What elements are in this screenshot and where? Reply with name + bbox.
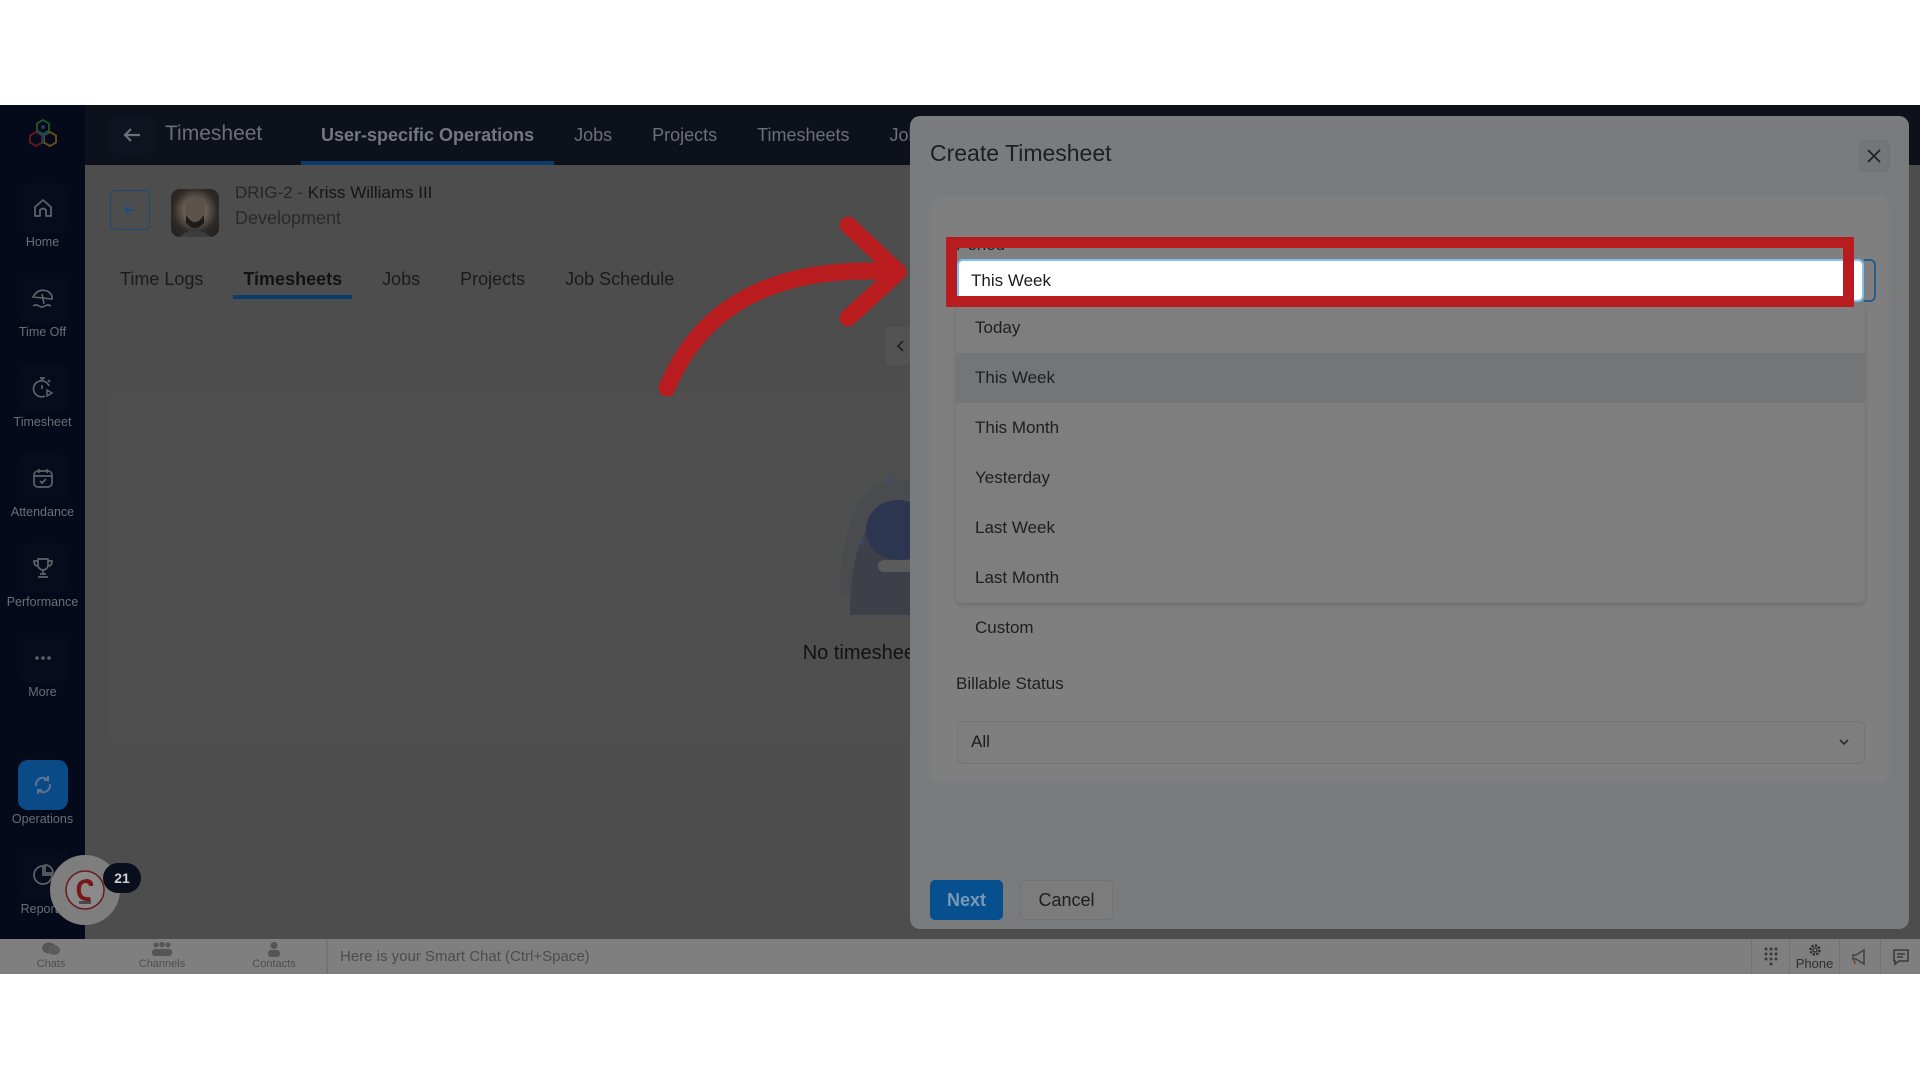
announcements-button[interactable] <box>1839 939 1880 974</box>
arrow-left-icon <box>123 128 140 142</box>
subtab-job-schedule[interactable]: Job Schedule <box>555 253 684 305</box>
chevron-down-icon <box>1839 739 1849 746</box>
chat-bubbles-icon <box>6 941 96 958</box>
tab-projects[interactable]: Projects <box>632 105 737 165</box>
employee-name: Kriss Williams III <box>307 183 433 202</box>
app-window: Home Time Off Timesheet Attendance Perfo… <box>0 105 1920 974</box>
smart-chat-input[interactable]: Here is your Smart Chat (Ctrl+Space) <box>326 939 1746 974</box>
chevron-down-icon <box>1843 277 1853 284</box>
trophy-icon <box>17 543 68 593</box>
rail-label: Home <box>25 235 60 249</box>
period-option-this-month[interactable]: This Month <box>956 403 1865 453</box>
period-select-value: This Week <box>971 271 1051 290</box>
close-button[interactable] <box>1858 140 1890 172</box>
phone-label: Phone <box>1795 956 1834 971</box>
left-nav-rail: Home Time Off Timesheet Attendance Perfo… <box>0 105 85 939</box>
rail-label: More <box>28 685 57 699</box>
group-icon <box>117 941 207 958</box>
back-button[interactable] <box>111 115 153 155</box>
bottom-label: Channels <box>138 958 186 970</box>
rail-label: Attendance <box>10 505 75 519</box>
billable-status-select[interactable]: All <box>957 721 1865 764</box>
rail-item-performance[interactable]: Performance <box>0 543 85 623</box>
module-title: Timesheet <box>165 122 263 145</box>
calendar-check-icon <box>17 453 68 503</box>
period-select[interactable]: This Week <box>957 259 1864 302</box>
cancel-button[interactable]: Cancel <box>1020 880 1113 920</box>
employee-back-button[interactable] <box>110 190 150 230</box>
home-icon <box>17 183 68 233</box>
tab-timesheets[interactable]: Timesheets <box>737 105 869 165</box>
bottom-channels[interactable]: Channels <box>117 941 207 970</box>
dialpad-button[interactable] <box>1751 939 1789 974</box>
messages-button[interactable] <box>1880 939 1920 974</box>
employee-id-name: DRIG-2 - Kriss Williams III <box>235 183 432 203</box>
phone-settings-button[interactable]: Phone <box>1789 939 1839 974</box>
rail-label: Operations <box>11 812 74 826</box>
period-dropdown-menu: Today This Week This Month Yesterday Las… <box>956 303 1865 637</box>
dialpad-icon <box>1764 947 1777 965</box>
next-button[interactable]: Next <box>930 880 1003 920</box>
bottom-bar: Chats Channels Contacts Here is your Sma… <box>0 939 1920 974</box>
period-option-custom[interactable]: Custom <box>956 603 1865 653</box>
employee-department: Development <box>235 208 342 228</box>
rail-item-operations[interactable]: Operations <box>0 760 85 840</box>
person-icon <box>229 941 319 958</box>
notification-count-badge[interactable]: 21 <box>103 863 141 893</box>
bottom-contacts[interactable]: Contacts <box>229 941 319 970</box>
period-option-today[interactable]: Today <box>956 303 1865 353</box>
period-option-last-week[interactable]: Last Week <box>956 503 1865 553</box>
megaphone-icon <box>1852 948 1865 965</box>
rail-label: Timesheet <box>13 415 72 429</box>
subtab-timesheets[interactable]: Timesheets <box>233 253 352 305</box>
umbrella-icon <box>17 273 68 323</box>
gear-icon <box>1808 944 1821 956</box>
dialog-title: Create Timesheet <box>930 140 1112 166</box>
chevron-left-icon <box>896 340 904 352</box>
billable-status-value: All <box>971 732 990 751</box>
bottom-label: Chats <box>36 958 66 970</box>
tab-jobs[interactable]: Jobs <box>554 105 632 165</box>
rail-item-more[interactable]: More <box>0 633 85 713</box>
rail-item-attendance[interactable]: Attendance <box>0 453 85 533</box>
rail-item-time-off[interactable]: Time Off <box>0 273 85 353</box>
rail-label: Performance <box>6 595 79 609</box>
period-option-last-month[interactable]: Last Month <box>956 553 1865 603</box>
subtab-jobs[interactable]: Jobs <box>372 253 430 305</box>
stopwatch-icon <box>17 363 68 413</box>
period-option-this-week[interactable]: This Week <box>956 353 1865 403</box>
bottom-chats[interactable]: Chats <box>6 941 96 970</box>
app-logo-icon[interactable] <box>26 118 60 152</box>
subtab-time-logs[interactable]: Time Logs <box>110 253 213 305</box>
rail-item-home[interactable]: Home <box>0 183 85 263</box>
rail-item-timesheet[interactable]: Timesheet <box>0 363 85 443</box>
period-option-yesterday[interactable]: Yesterday <box>956 453 1865 503</box>
subtab-projects[interactable]: Projects <box>450 253 535 305</box>
billable-status-label: Billable Status <box>956 674 1064 693</box>
employee-subtabs: Time Logs Timesheets Jobs Projects Job S… <box>110 253 704 305</box>
employee-avatar <box>171 189 219 237</box>
sync-icon <box>17 760 68 810</box>
period-select-focus-ring <box>1864 259 1876 302</box>
message-square-icon <box>1892 948 1909 966</box>
rail-label: Time Off <box>18 325 67 339</box>
arrow-left-icon <box>123 205 135 215</box>
bottom-label: Contacts <box>252 958 296 970</box>
employee-id: DRIG-2 - <box>235 183 308 202</box>
close-icon <box>1867 149 1881 163</box>
create-timesheet-dialog: Create Timesheet Period This Week Today … <box>910 116 1909 929</box>
more-dots-icon <box>17 633 68 683</box>
top-tabs: User-specific Operations Jobs Projects T… <box>301 105 956 165</box>
assistant-logo-icon <box>65 870 105 910</box>
tab-user-specific-operations[interactable]: User-specific Operations <box>301 105 555 165</box>
period-label: Period <box>956 235 1006 254</box>
